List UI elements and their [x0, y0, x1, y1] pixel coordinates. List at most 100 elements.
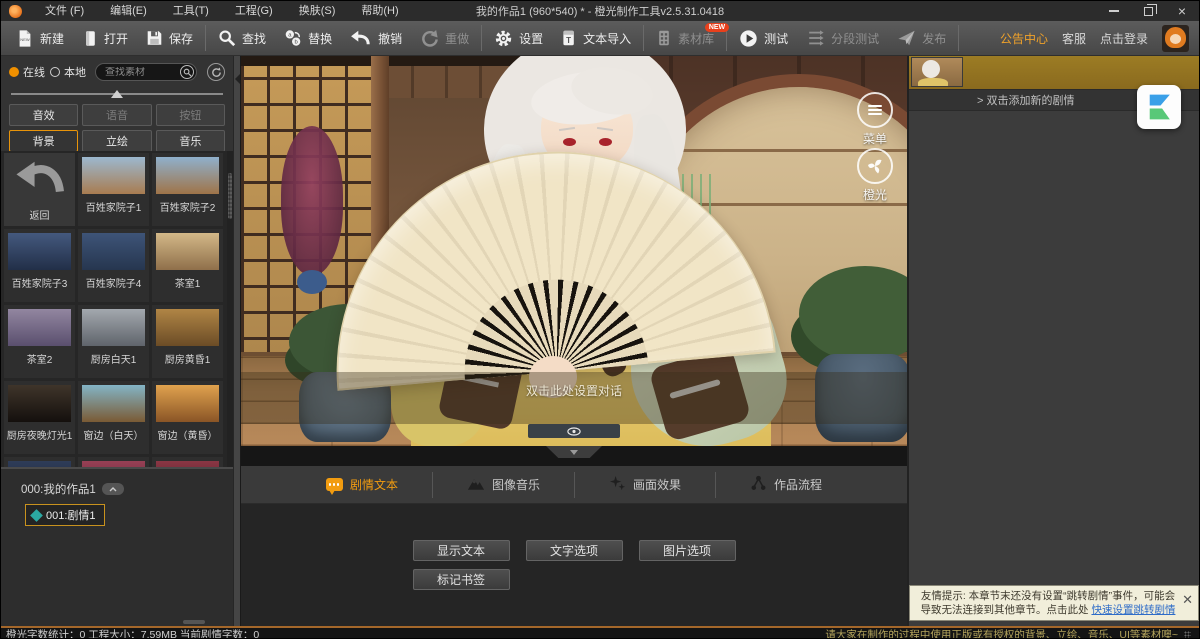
- find-button[interactable]: 查找: [209, 21, 275, 56]
- category-music-button[interactable]: 音乐: [156, 130, 225, 152]
- menu-tools[interactable]: 工具(T): [160, 1, 222, 21]
- resize-grip[interactable]: [1184, 631, 1191, 638]
- text-import-button[interactable]: T 文本导入: [552, 21, 640, 56]
- asset-search-box[interactable]: [95, 63, 197, 81]
- chevron-down-icon: [570, 450, 578, 455]
- quick-edit-logo[interactable]: [1137, 85, 1181, 129]
- asset-thumbnail: [156, 233, 219, 270]
- category-sprite-button[interactable]: 立绘: [82, 130, 151, 152]
- tab-flow-label: 作品流程: [774, 476, 822, 493]
- find-label: 查找: [242, 30, 266, 47]
- game-menu-button[interactable]: 菜单: [857, 92, 893, 147]
- menu-skin[interactable]: 换肤(S): [286, 1, 349, 21]
- dialog-hint-text: 双击此处设置对话: [241, 372, 907, 399]
- radio-on-icon: [9, 67, 19, 77]
- settings-button[interactable]: 设置: [485, 21, 552, 56]
- scene-tree-item-selected[interactable]: 001:剧情1: [25, 504, 105, 526]
- asset-label: 厨房黄昏1: [165, 351, 211, 366]
- close-button[interactable]: ×: [1165, 1, 1199, 21]
- asset-label: 茶室2: [27, 351, 53, 366]
- tab-image-music[interactable]: 图像音乐: [433, 466, 574, 504]
- asset-item[interactable]: [152, 457, 223, 467]
- replace-label: 替换: [308, 30, 332, 47]
- show-text-button[interactable]: 显示文本: [413, 540, 510, 561]
- source-online-radio[interactable]: 在线: [9, 64, 45, 80]
- asset-label: 窗边（白天）: [84, 427, 144, 442]
- warning-close-icon[interactable]: ✕: [1182, 593, 1193, 606]
- undo-button[interactable]: 撤销: [341, 21, 411, 56]
- asset-item[interactable]: 厨房黄昏1: [152, 305, 223, 378]
- asset-item[interactable]: 窗边（白天）: [78, 381, 149, 454]
- minimize-button[interactable]: [1097, 1, 1131, 21]
- scrollbar-thumb[interactable]: [228, 173, 232, 219]
- asset-back-button[interactable]: 返回: [4, 153, 75, 226]
- login-link[interactable]: 点击登录: [1100, 30, 1148, 47]
- menu-edit[interactable]: 编辑(E): [97, 1, 160, 21]
- svg-text:b: b: [295, 40, 298, 46]
- asset-item[interactable]: 茶室1: [152, 229, 223, 302]
- project-tree-root[interactable]: 000:我的作品1: [21, 481, 233, 497]
- tab-project-flow[interactable]: 作品流程: [716, 466, 856, 504]
- asset-item[interactable]: 百姓家院子4: [78, 229, 149, 302]
- dialog-setup-band[interactable]: 双击此处设置对话: [241, 372, 907, 424]
- quick-set-jump-link[interactable]: 快速设置跳转剧情: [1091, 604, 1175, 616]
- category-background-button[interactable]: 背景: [9, 130, 78, 152]
- menu-help[interactable]: 帮助(H): [348, 1, 411, 21]
- gear-icon: [494, 29, 513, 48]
- asset-label: 百姓家院子1: [86, 199, 142, 214]
- search-lens-icon[interactable]: [180, 65, 194, 79]
- asset-item[interactable]: [78, 457, 149, 467]
- thumbnail-size-slider[interactable]: [11, 88, 223, 100]
- asset-item[interactable]: 百姓家院子1: [78, 153, 149, 226]
- new-button[interactable]: NEW 新建: [7, 21, 73, 56]
- open-button[interactable]: 打开: [73, 21, 137, 56]
- slider-thumb[interactable]: [111, 90, 123, 98]
- text-options-button[interactable]: 文字选项: [526, 540, 623, 561]
- asset-item[interactable]: 窗边（黄昏）: [152, 381, 223, 454]
- asset-search-input[interactable]: [105, 67, 180, 78]
- refresh-button[interactable]: [207, 63, 225, 81]
- tab-effects-label: 画面效果: [633, 476, 681, 493]
- svg-text:T: T: [566, 36, 571, 45]
- app-logo-icon: [9, 5, 22, 18]
- collapse-chevron-icon[interactable]: [102, 483, 124, 495]
- source-local-radio[interactable]: 本地: [50, 64, 86, 80]
- menu-file[interactable]: 文件 (F): [32, 1, 97, 21]
- tab-screen-effects[interactable]: 画面效果: [575, 466, 715, 504]
- segment-test-label: 分段测试: [831, 30, 879, 47]
- new-label: 新建: [40, 30, 64, 47]
- tab-story-text[interactable]: 剧情文本: [292, 466, 432, 504]
- toggle-dialog-visibility-button[interactable]: [528, 424, 620, 438]
- tree-hscrollbar[interactable]: [1, 619, 233, 625]
- asset-item[interactable]: 百姓家院子3: [4, 229, 75, 302]
- toolbar-separator: [643, 25, 644, 51]
- save-button[interactable]: 保存: [137, 21, 202, 56]
- hscrollbar-thumb[interactable]: [183, 620, 205, 624]
- brand-fan-button[interactable]: 橙光: [857, 148, 893, 203]
- asset-item[interactable]: 厨房夜晚灯光1: [4, 381, 75, 454]
- add-story-hint: > 双击添加新的剧情: [977, 92, 1074, 108]
- asset-item[interactable]: 百姓家院子2: [152, 153, 223, 226]
- announcement-center-link[interactable]: 公告中心: [1000, 30, 1048, 47]
- menu-project[interactable]: 工程(G): [222, 1, 286, 21]
- restore-button[interactable]: [1131, 1, 1165, 21]
- asset-item[interactable]: [4, 457, 75, 467]
- collapse-canvas-handle[interactable]: [546, 446, 602, 458]
- replace-button[interactable]: ab 替换: [275, 21, 341, 56]
- asset-item[interactable]: 茶室2: [4, 305, 75, 378]
- collapse-left-icon[interactable]: [235, 74, 240, 84]
- image-options-button[interactable]: 图片选项: [639, 540, 736, 561]
- game-preview-canvas[interactable]: 双击此处设置对话 菜单 橙光: [241, 56, 907, 446]
- redo-arrow-icon: [420, 29, 439, 48]
- category-sfx-button[interactable]: 音效: [9, 104, 78, 126]
- character-eye: [599, 138, 612, 146]
- asset-item[interactable]: 厨房白天1: [78, 305, 149, 378]
- word-count-status: 橙光字数统计：0 工程大小：7.59MB 当前剧情字数：0: [6, 627, 259, 639]
- support-link[interactable]: 客服: [1062, 30, 1086, 47]
- test-button[interactable]: 测试: [730, 21, 797, 56]
- category-button-button: 按钮: [156, 104, 225, 126]
- bookmark-button[interactable]: 标记书签: [413, 569, 510, 590]
- user-avatar[interactable]: [1162, 25, 1189, 52]
- flow-panel-body: [909, 111, 1199, 626]
- panel-splitter[interactable]: [233, 56, 241, 626]
